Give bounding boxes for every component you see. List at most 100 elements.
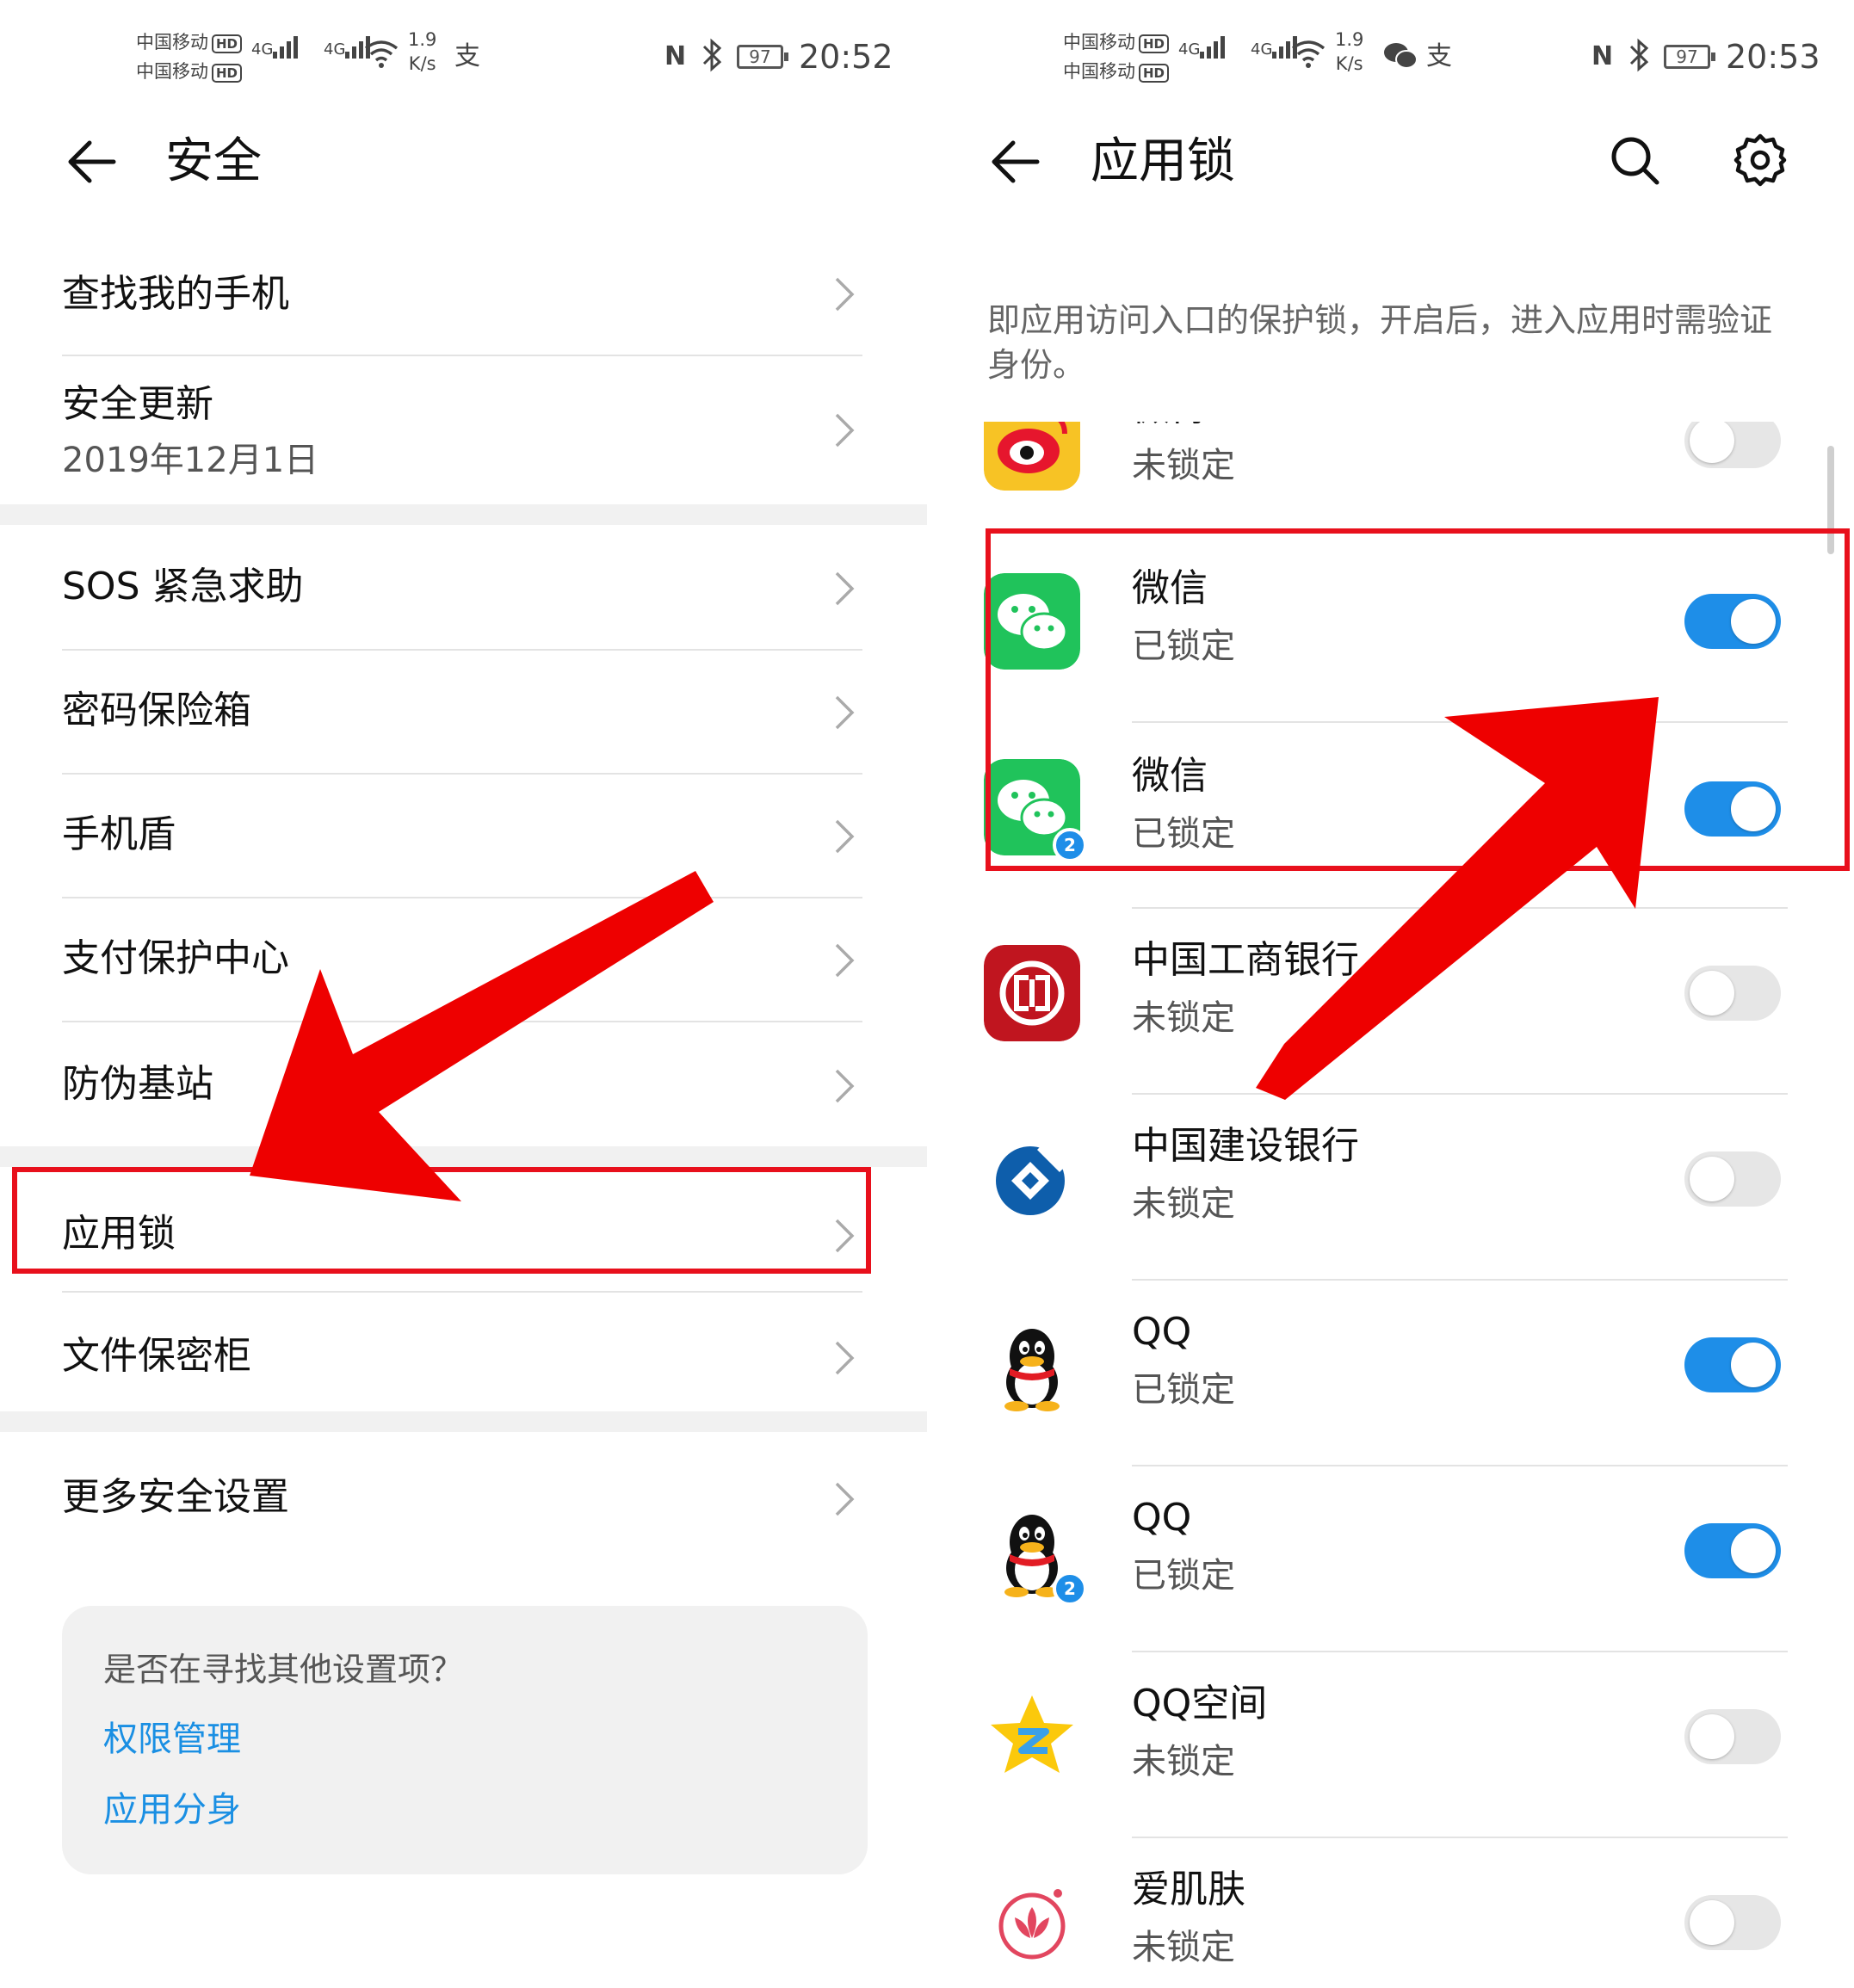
link-app-twin[interactable]: 应用分身 xyxy=(103,1787,241,1833)
signal-1-icon: 4G xyxy=(1178,36,1227,59)
menu-item-more-security[interactable]: 更多安全设置 xyxy=(62,1435,862,1565)
wifi-icon xyxy=(364,40,399,68)
app-name: QQ空间 xyxy=(1132,1682,1268,1726)
suggestion-question: 是否在寻找其他设置项？ xyxy=(103,1651,464,1689)
app-row-qzone[interactable]: QQ空间 未锁定 xyxy=(927,1644,1854,1830)
search-icon[interactable] xyxy=(1607,133,1662,188)
hd-badge: HD xyxy=(1139,64,1170,83)
app-row-qq[interactable]: QQ 已锁定 xyxy=(927,1272,1854,1458)
app-lock-status: 已锁定 xyxy=(1132,1370,1235,1410)
divider xyxy=(62,1021,862,1022)
app-lock-status: 未锁定 xyxy=(1132,446,1235,485)
app-lock-status: 未锁定 xyxy=(1132,998,1235,1038)
lock-toggle-weibo[interactable] xyxy=(1684,422,1781,468)
app-name: 爱肌肤 xyxy=(1132,1868,1245,1911)
app-lock-status: 未锁定 xyxy=(1132,1184,1235,1224)
chevron-right-icon xyxy=(835,695,855,730)
menu-item-fake-base-station[interactable]: 防伪基站 xyxy=(62,1024,862,1145)
carrier-1: 中国移动 xyxy=(136,32,208,52)
carrier-1: 中国移动 xyxy=(1063,32,1135,52)
battery-indicator: 97 xyxy=(737,45,788,69)
app-name: 微博 xyxy=(1132,422,1208,434)
app-row-aijifu[interactable]: 爱肌肤 未锁定 xyxy=(927,1830,1854,1988)
menu-item-find-my-phone[interactable]: 查找我的手机 xyxy=(62,244,862,356)
lock-toggle-aijifu[interactable] xyxy=(1684,1895,1781,1950)
section-gap xyxy=(0,1146,927,1167)
alipay-icon: 支 xyxy=(1426,41,1452,71)
section-gap xyxy=(0,504,927,525)
alipay-icon: 支 xyxy=(454,41,480,71)
link-permission-management[interactable]: 权限管理 xyxy=(103,1716,241,1763)
chevron-right-icon xyxy=(835,1069,855,1103)
menu-item-label: 密码保险箱 xyxy=(62,688,251,732)
menu-item-phone-shield[interactable]: 手机盾 xyxy=(62,776,862,897)
menu-item-label: 查找我的手机 xyxy=(62,272,289,316)
chevron-right-icon xyxy=(835,943,855,978)
lock-toggle-ccb[interactable] xyxy=(1684,1151,1781,1207)
menu-item-label: 安全更新 xyxy=(62,382,213,426)
app-lock-status: 未锁定 xyxy=(1132,1742,1235,1781)
security-update-date: 2019年12月1日 xyxy=(62,441,319,480)
app-name: 中国工商银行 xyxy=(1132,938,1359,982)
chevron-right-icon xyxy=(835,413,855,448)
bluetooth-icon xyxy=(1629,38,1649,72)
menu-item-payment-protection[interactable]: 支付保护中心 xyxy=(62,900,862,1021)
lock-toggle-qq-twin[interactable] xyxy=(1684,1523,1781,1578)
back-arrow-icon[interactable] xyxy=(65,136,117,188)
app-name: 中国建设银行 xyxy=(1132,1124,1359,1168)
app-row-qq-twin[interactable]: 2 QQ 已锁定 xyxy=(927,1458,1854,1644)
carrier-info: 中国移动 HD 中国移动 HD xyxy=(136,28,243,86)
hd-badge: HD xyxy=(1139,34,1170,53)
menu-item-label: 文件保密柜 xyxy=(62,1334,251,1378)
app-name: QQ xyxy=(1132,1496,1192,1540)
app-row-weibo[interactable]: 微博 未锁定 xyxy=(927,422,1854,527)
carrier-2: 中国移动 xyxy=(136,61,208,82)
page-title: 安全 xyxy=(165,133,262,189)
app-row-ccb[interactable]: 中国建设银行 未锁定 xyxy=(927,1086,1854,1272)
menu-item-file-safe[interactable]: 文件保密柜 xyxy=(62,1294,862,1410)
app-row-icbc[interactable]: 中国工商银行 未锁定 xyxy=(927,900,1854,1086)
bluetooth-icon xyxy=(702,38,722,72)
net-speed: 1.9 K/s xyxy=(1335,29,1364,74)
highlight-box-wechat xyxy=(986,528,1850,871)
divider xyxy=(62,1291,862,1293)
wechat-notification-icon xyxy=(1384,43,1418,69)
battery-indicator: 97 xyxy=(1664,45,1715,69)
divider xyxy=(62,773,862,775)
menu-item-label: SOS 紧急求助 xyxy=(62,565,304,608)
status-bar: 中国移动 HD 中国移动 HD 4G 4G 1.9 K/s 支 N 97 20:53 xyxy=(927,24,1854,84)
chevron-right-icon xyxy=(835,571,855,606)
lock-toggle-icbc[interactable] xyxy=(1684,966,1781,1021)
qzone-icon xyxy=(984,1689,1080,1785)
hd-badge: HD xyxy=(212,64,243,83)
app-lock-status: 已锁定 xyxy=(1132,1556,1235,1596)
ccb-icon xyxy=(984,1131,1080,1227)
clock: 20:52 xyxy=(799,38,893,76)
nfc-icon: N xyxy=(1591,41,1614,71)
suggestion-card: 是否在寻找其他设置项？ 权限管理 应用分身 xyxy=(62,1606,868,1874)
status-bar: 中国移动 HD 中国移动 HD 4G 4G 1.9 K/s 支 N 97 20:52 xyxy=(0,24,927,84)
gear-icon[interactable] xyxy=(1733,133,1788,188)
lock-toggle-qq[interactable] xyxy=(1684,1337,1781,1392)
icbc-icon xyxy=(984,945,1080,1041)
security-settings-screen: 中国移动 HD 中国移动 HD 4G 4G 1.9 K/s 支 N 97 20:52 … xyxy=(0,0,927,1988)
chevron-right-icon xyxy=(835,819,855,854)
app-name: QQ xyxy=(1132,1310,1192,1354)
signal-1-icon: 4G xyxy=(251,36,300,59)
menu-item-sos[interactable]: SOS 紧急求助 xyxy=(62,530,862,647)
hd-badge: HD xyxy=(212,34,243,53)
wifi-icon xyxy=(1291,40,1326,68)
lock-toggle-qzone[interactable] xyxy=(1684,1709,1781,1764)
net-speed: 1.9 K/s xyxy=(408,29,437,74)
weibo-icon xyxy=(984,422,1080,491)
menu-item-label: 手机盾 xyxy=(62,812,176,856)
aijifu-icon xyxy=(984,1874,1080,1971)
menu-item-security-update[interactable]: 安全更新 2019年12月1日 xyxy=(62,358,862,504)
back-arrow-icon[interactable] xyxy=(989,136,1041,188)
twin-app-badge: 2 xyxy=(1053,1571,1087,1606)
menu-item-label: 支付保护中心 xyxy=(62,936,289,980)
menu-item-password-vault[interactable]: 密码保险箱 xyxy=(62,652,862,773)
chevron-right-icon xyxy=(835,1482,855,1516)
divider xyxy=(62,355,862,356)
carrier-info: 中国移动 HD 中国移动 HD xyxy=(1063,28,1170,86)
